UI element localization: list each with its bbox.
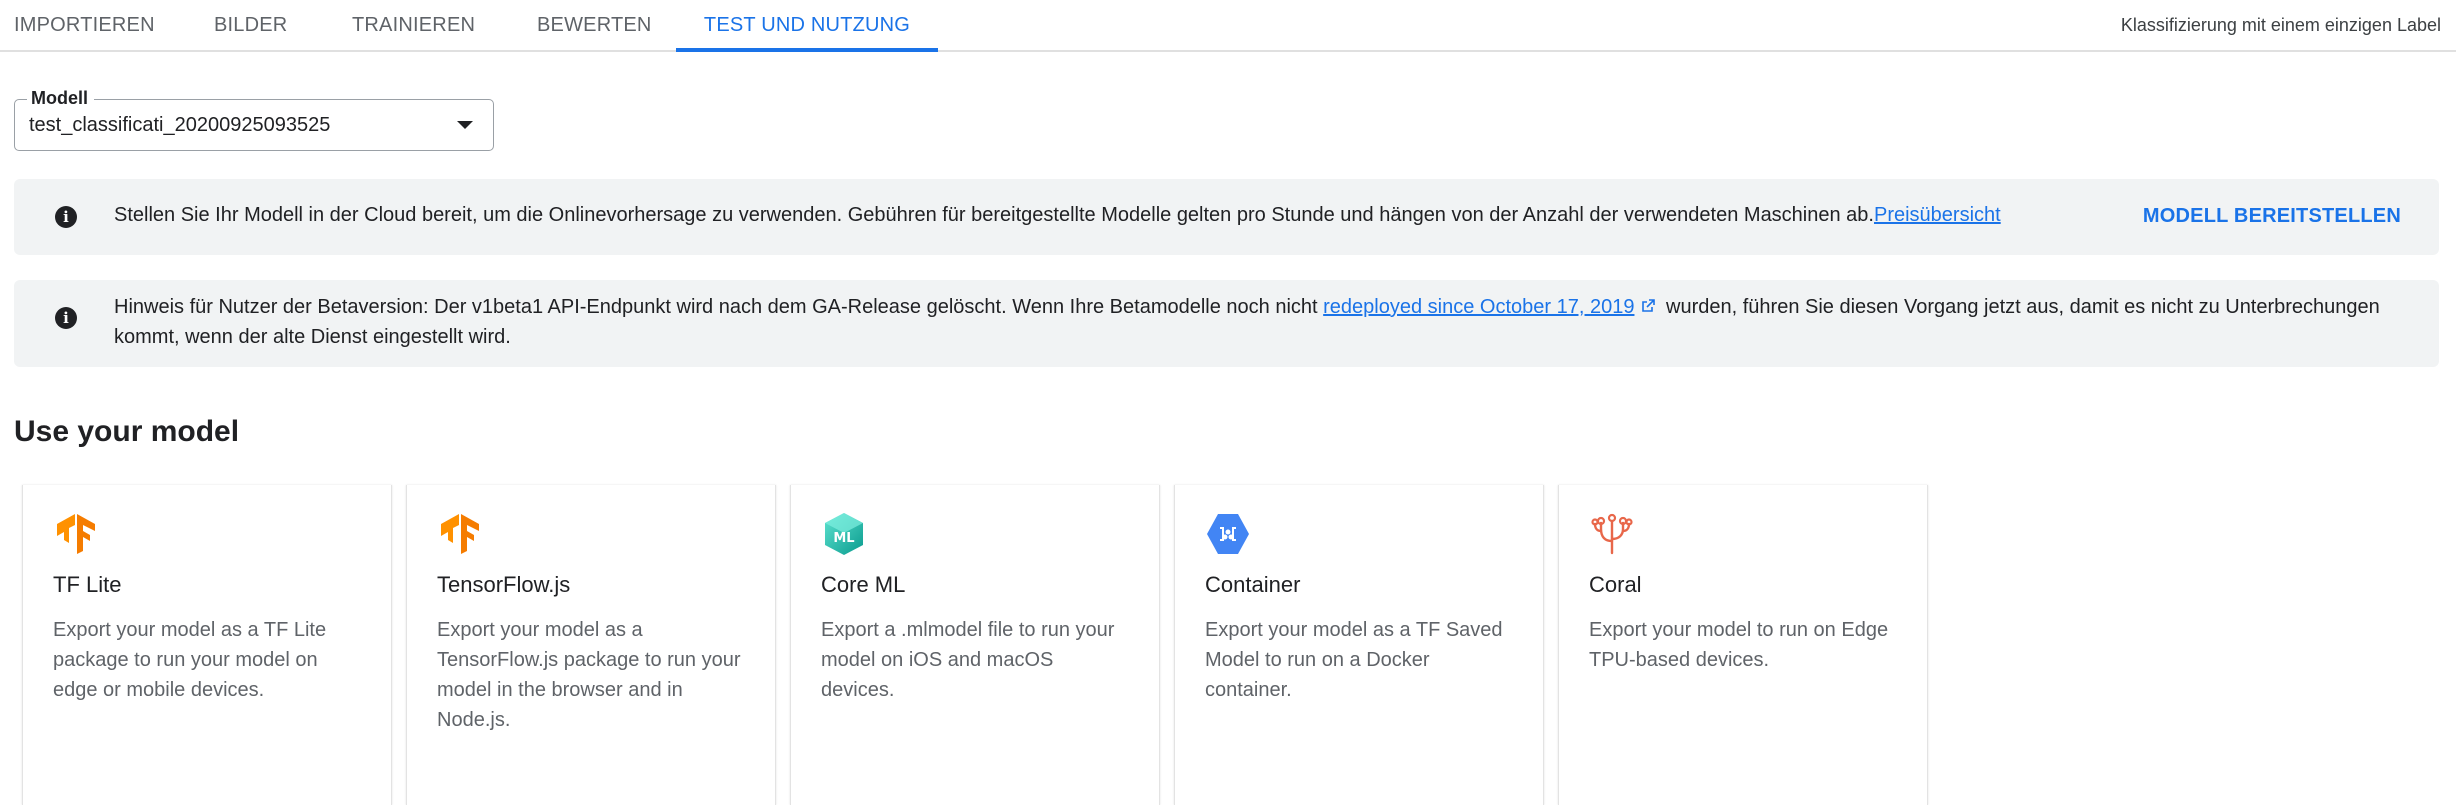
tab-bilder[interactable]: BILDER (214, 0, 287, 50)
beta-notice-text-before: Hinweis für Nutzer der Betaversion: Der … (114, 296, 1324, 318)
card-title: Container (1205, 572, 1301, 597)
beta-notice-text: Hinweis für Nutzer der Betaversion: Der … (114, 292, 2404, 352)
external-link-icon (1642, 298, 1656, 312)
tensorflow-icon (441, 514, 479, 554)
card-title: TensorFlow.js (437, 572, 571, 597)
model-select-value: test_classificati_20200925093525 (29, 114, 331, 136)
card-description: Export your model to run on Edge TPU-bas… (1589, 619, 1889, 671)
tab-bewerten[interactable]: BEWERTEN (537, 0, 652, 50)
deploy-info-banner: i Stellen Sie Ihr Modell in der Cloud be… (14, 179, 2439, 255)
model-select[interactable]: Modell test_classificati_20200925093525 (14, 86, 494, 151)
tab-bar: IMPORTIEREN BILDER TRAINIEREN BEWERTEN T… (0, 0, 2456, 52)
beta-notice-banner: i Hinweis für Nutzer der Betaversion: De… (14, 280, 2439, 367)
export-card-coral[interactable]: Coral Export your model to run on Edge T… (1558, 485, 1928, 805)
tab-importieren[interactable]: IMPORTIEREN (14, 0, 155, 50)
svg-text:ML: ML (833, 531, 854, 546)
export-card-container[interactable]: Container Export your model as a TF Save… (1174, 485, 1544, 805)
active-tab-indicator (676, 48, 938, 52)
card-title: TF Lite (53, 572, 122, 597)
card-description: Export your model as a TF Saved Model to… (1205, 619, 1503, 701)
section-title: Use your model (14, 415, 240, 448)
card-description: Export your model as a TensorFlow.js pac… (437, 619, 741, 731)
tab-trainieren[interactable]: TRAINIEREN (352, 0, 475, 50)
deploy-model-button[interactable]: MODELL BEREITSTELLEN (2143, 200, 2401, 232)
info-icon: i (55, 307, 77, 329)
tab-test-und-nutzung[interactable]: TEST UND NUTZUNG (676, 0, 938, 50)
export-card-tensorflow-js[interactable]: TensorFlow.js Export your model as a Ten… (406, 485, 776, 805)
export-card-tf-lite[interactable]: TF Lite Export your model as a TF Lite p… (22, 485, 392, 805)
card-title: Core ML (821, 572, 906, 597)
deploy-info-message: Stellen Sie Ihr Modell in der Cloud bere… (114, 204, 1874, 226)
tensorflow-icon (57, 514, 95, 554)
deploy-info-text: Stellen Sie Ihr Modell in der Cloud bere… (114, 200, 2001, 230)
container-icon (1207, 514, 1249, 554)
classification-type-label: Klassifizierung mit einem einzigen Label (2120, 15, 2441, 35)
dropdown-arrow-icon (457, 121, 473, 129)
redeploy-link[interactable]: redeployed since October 17, 2019 (1323, 296, 1634, 318)
coral-icon (1591, 513, 1633, 555)
pricing-link[interactable]: Preisübersicht (1874, 204, 2001, 226)
info-icon: i (55, 206, 77, 228)
card-description: Export your model as a TF Lite package t… (53, 619, 327, 701)
coreml-icon: ML (825, 513, 863, 555)
card-title: Coral (1589, 572, 1642, 597)
card-description: Export a .mlmodel file to run your model… (821, 619, 1115, 701)
export-card-core-ml[interactable]: ML Core ML Export a .mlmodel file to run… (790, 485, 1160, 805)
